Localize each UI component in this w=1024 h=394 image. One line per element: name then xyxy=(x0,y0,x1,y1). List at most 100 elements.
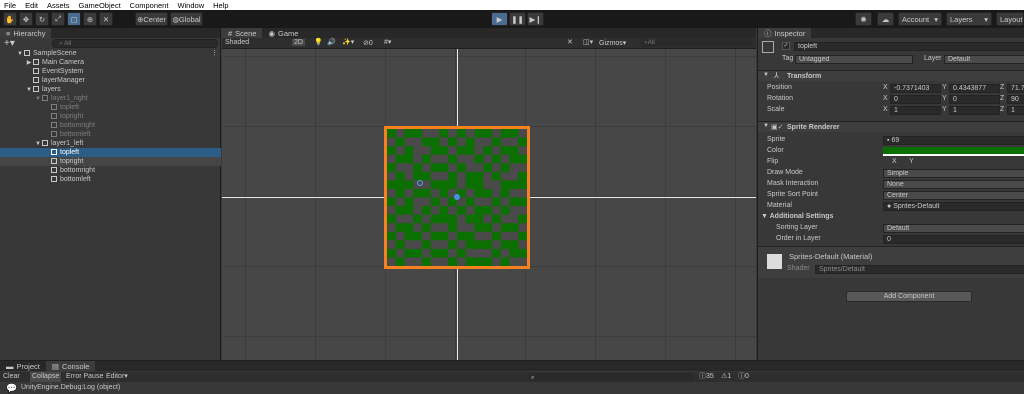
hierarchy-item[interactable]: EventSystem xyxy=(0,67,221,76)
transform-scale-z-field[interactable]: 1 xyxy=(1007,106,1024,115)
warning-count-toggle[interactable]: ⚠1 xyxy=(721,372,731,382)
menu-component[interactable]: Component xyxy=(130,1,169,10)
error-count-toggle[interactable]: ⓘ0 xyxy=(738,372,749,382)
order-in-layer-field[interactable]: 0 xyxy=(883,235,1024,244)
rotate-tool-icon[interactable]: ↻ xyxy=(35,12,49,26)
menu-file[interactable]: File xyxy=(4,1,16,10)
hidden-objects-icon[interactable]: ⊘0 xyxy=(363,39,373,47)
menu-gameobject[interactable]: GameObject xyxy=(79,1,121,10)
hierarchy-item[interactable]: bottomright xyxy=(0,166,221,175)
sprite-pixel xyxy=(492,248,501,258)
collab-icon[interactable]: ✺ xyxy=(855,12,872,26)
hierarchy-item[interactable]: ▼ layers xyxy=(0,85,221,94)
play-button[interactable]: ▶ xyxy=(491,12,508,26)
transform-header[interactable]: Transform xyxy=(758,70,1024,81)
log-count-toggle[interactable]: ⓘ35 xyxy=(699,372,714,382)
transform-scale-x-field[interactable]: 1 xyxy=(890,106,941,115)
hierarchy-item[interactable]: topleft xyxy=(0,148,221,157)
cloud-icon[interactable]: ☁ xyxy=(877,12,894,26)
object-name-field[interactable]: topleft xyxy=(794,42,1024,51)
mask-interaction-dropdown[interactable]: None xyxy=(883,180,1024,189)
more-options-icon[interactable]: ⋮ xyxy=(211,49,218,58)
add-component-button[interactable]: Add Component xyxy=(846,291,972,302)
add-object-button[interactable]: +▾ xyxy=(4,38,15,49)
hierarchy-item[interactable]: bottomleft xyxy=(0,175,221,184)
transform-scale-y-field[interactable]: 1 xyxy=(949,106,1000,115)
flip-y-toggle[interactable]: Y xyxy=(909,157,914,167)
hierarchy-item[interactable]: bottomleft xyxy=(0,130,221,139)
scale-tool-icon[interactable]: ⤢ xyxy=(51,12,65,26)
draw-mode-dropdown[interactable]: Simple xyxy=(883,169,1024,178)
transform-tool-icon[interactable]: ⊕ xyxy=(83,12,97,26)
error-pause-button[interactable]: Error Pause xyxy=(66,372,103,382)
editor-dropdown[interactable]: Editor▾ xyxy=(106,372,128,382)
sort-point-dropdown[interactable]: Center xyxy=(883,191,1024,200)
step-button[interactable]: ▶❙ xyxy=(527,12,544,26)
account-dropdown[interactable]: Account ▾ xyxy=(898,12,942,26)
tab-hierarchy[interactable]: ≡ Hierarchy xyxy=(0,28,52,38)
transform-position-y-field[interactable]: 0.4343877 xyxy=(949,84,1000,93)
hierarchy-item[interactable]: topleft xyxy=(0,103,221,112)
layer-dropdown[interactable]: Default xyxy=(944,55,1024,64)
hand-tool-icon[interactable]: ✋ xyxy=(3,12,17,26)
layout-dropdown[interactable]: Layout xyxy=(996,12,1024,26)
hierarchy-item[interactable]: ▼ SampleScene ⋮ xyxy=(0,49,221,58)
transform-position-z-field[interactable]: 71.72 xyxy=(1007,84,1024,93)
pivot-handle[interactable] xyxy=(417,180,423,186)
gizmos-dropdown[interactable]: Gizmos▾ xyxy=(599,39,626,47)
tag-dropdown[interactable]: Untagged xyxy=(795,55,913,64)
hierarchy-item[interactable]: ▼ layer1_left xyxy=(0,139,221,148)
collapse-button[interactable]: Collapse xyxy=(30,372,62,382)
tab-game[interactable]: ◉ Game xyxy=(262,28,304,38)
menu-window[interactable]: Window xyxy=(177,1,204,10)
menu-assets[interactable]: Assets xyxy=(47,1,70,10)
tools-icon[interactable]: ✕ xyxy=(567,38,573,46)
tab-scene[interactable]: # Scene xyxy=(222,28,263,38)
camera-settings-icon[interactable]: ◫▾ xyxy=(583,38,593,46)
hierarchy-item[interactable]: topright xyxy=(0,157,221,166)
grid-icon[interactable]: #▾ xyxy=(384,38,391,46)
flip-x-toggle[interactable]: X xyxy=(892,157,897,167)
menu-edit[interactable]: Edit xyxy=(25,1,38,10)
audio-icon[interactable]: 🔊 xyxy=(327,38,336,46)
transform-rotation-y-field[interactable]: 0 xyxy=(949,95,1000,104)
tab-console[interactable]: ▤ Console xyxy=(45,361,96,371)
console-search-input[interactable]: ⌕ xyxy=(528,373,694,381)
hierarchy-item[interactable]: topright xyxy=(0,112,221,121)
additional-settings-foldout[interactable]: ▼ Additional Settings xyxy=(761,212,833,222)
tab-inspector[interactable]: ⓘ Inspector xyxy=(758,28,812,38)
scene-viewport[interactable] xyxy=(222,49,756,360)
custom-tool-icon[interactable]: ✕ xyxy=(99,12,113,26)
pause-button[interactable]: ❚❚ xyxy=(509,12,526,26)
scene-search-input[interactable]: ⌕All xyxy=(640,39,753,47)
layers-dropdown[interactable]: Layers ▾ xyxy=(946,12,992,26)
lighting-icon[interactable]: 💡 xyxy=(314,38,323,46)
shader-dropdown[interactable]: Sprites/Default xyxy=(815,265,1024,274)
rect-tool-icon[interactable]: ▢ xyxy=(67,12,81,26)
pivot-center-toggle[interactable]: ⊕ Center xyxy=(135,12,168,26)
effects-icon[interactable]: ✨▾ xyxy=(342,38,354,46)
material-field[interactable]: ● Sprites-Default xyxy=(883,202,1024,211)
sprite-field[interactable]: ▪ 69 xyxy=(883,136,1024,145)
clear-button[interactable]: Clear xyxy=(3,372,20,382)
color-swatch[interactable] xyxy=(883,147,1024,156)
transform-position-x-field[interactable]: -0.7371403 xyxy=(890,84,941,93)
hierarchy-item[interactable]: ▼ layer1_right xyxy=(0,94,221,103)
shading-dropdown[interactable]: Shaded xyxy=(225,39,249,46)
tab-project[interactable]: ▬ Project xyxy=(0,361,46,371)
hierarchy-item[interactable]: bottomright xyxy=(0,121,221,130)
transform-rotation-x-field[interactable]: 0 xyxy=(890,95,941,104)
sprite-renderer-header[interactable]: Sprite Renderer xyxy=(758,121,1024,132)
transform-rotation-z-field[interactable]: 90 xyxy=(1007,95,1024,104)
console-message[interactable]: UnityEngine.Debug:Log (object) xyxy=(21,384,120,391)
hierarchy-search-input[interactable]: ⌕ All xyxy=(52,39,218,48)
sorting-layer-dropdown[interactable]: Default xyxy=(883,224,1024,233)
active-checkbox[interactable]: ✓ xyxy=(782,42,790,50)
mode-2d-toggle[interactable]: 2D xyxy=(292,39,305,46)
global-space-toggle[interactable]: ◍ Global xyxy=(170,12,203,26)
hierarchy-item[interactable]: layerManager xyxy=(0,76,221,85)
hierarchy-item[interactable]: ▶ Main Camera xyxy=(0,58,221,67)
menu-help[interactable]: Help xyxy=(213,1,228,10)
center-handle[interactable] xyxy=(454,194,460,200)
move-tool-icon[interactable]: ✥ xyxy=(19,12,33,26)
